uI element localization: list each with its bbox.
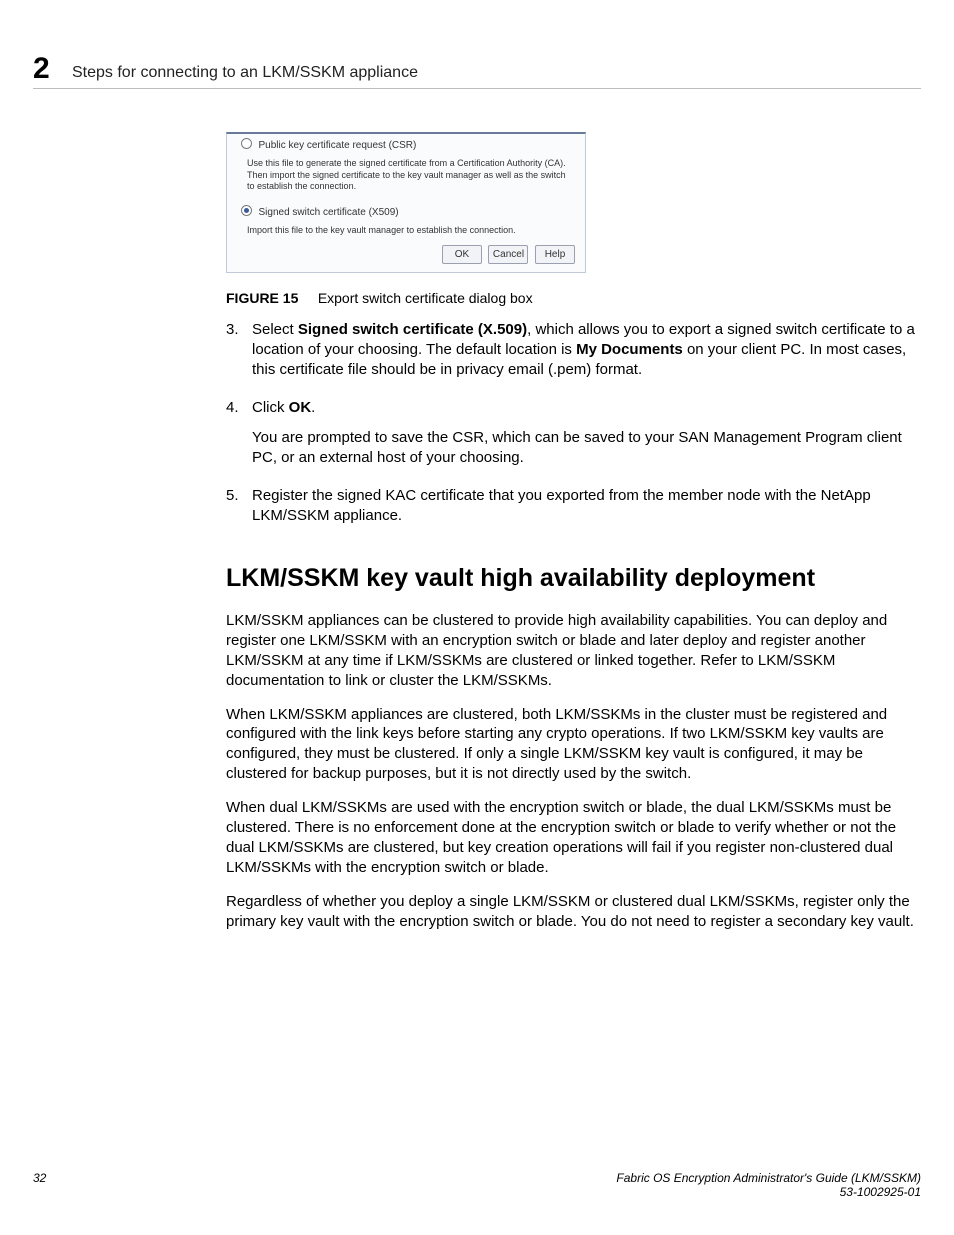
figure-title: Export switch certificate dialog box (318, 290, 533, 306)
body-paragraph: Regardless of whether you deploy a singl… (226, 892, 920, 932)
step-number: 3. (226, 320, 252, 390)
footer-docnum: 53-1002925-01 (616, 1185, 921, 1199)
step-4-text: Click OK. (252, 398, 920, 418)
radio-csr-desc: Use this file to generate the signed cer… (227, 154, 585, 195)
figure-number: FIGURE 15 (226, 290, 298, 306)
step-4-followup: You are prompted to save the CSR, which … (252, 428, 920, 468)
export-cert-dialog: Public key certificate request (CSR) Use… (226, 132, 586, 273)
radio-x509[interactable] (241, 205, 252, 216)
step-number: 5. (226, 486, 252, 536)
radio-csr[interactable] (241, 138, 252, 149)
step-number: 4. (226, 398, 252, 478)
help-button[interactable]: Help (535, 245, 575, 264)
ok-button[interactable]: OK (442, 245, 482, 264)
radio-x509-desc: Import this file to the key vault manage… (227, 221, 585, 239)
body-paragraph: LKM/SSKM appliances can be clustered to … (226, 611, 920, 691)
header-rule (33, 88, 921, 89)
step-5-text: Register the signed KAC certificate that… (252, 486, 920, 526)
step-3-text: Select Signed switch certificate (X.509)… (252, 320, 920, 380)
radio-x509-label: Signed switch certificate (X509) (259, 207, 399, 218)
step-3: 3. Select Signed switch certificate (X.5… (226, 320, 920, 390)
page-number: 32 (33, 1171, 46, 1199)
section-heading: LKM/SSKM key vault high availability dep… (226, 562, 920, 595)
chapter-number: 2 (33, 52, 50, 86)
body-paragraph: When LKM/SSKM appliances are clustered, … (226, 705, 920, 785)
figure-caption: FIGURE 15 Export switch certificate dial… (226, 290, 533, 306)
page-footer: 32 Fabric OS Encryption Administrator's … (33, 1171, 921, 1199)
dialog-button-bar: OK Cancel Help (227, 239, 585, 272)
running-head: Steps for connecting to an LKM/SSKM appl… (72, 64, 418, 82)
step-4: 4. Click OK. You are prompted to save th… (226, 398, 920, 478)
radio-csr-label: Public key certificate request (CSR) (259, 140, 417, 151)
step-5: 5. Register the signed KAC certificate t… (226, 486, 920, 536)
cancel-button[interactable]: Cancel (488, 245, 528, 264)
footer-title: Fabric OS Encryption Administrator's Gui… (616, 1171, 921, 1185)
body-paragraph: When dual LKM/SSKMs are used with the en… (226, 798, 920, 878)
